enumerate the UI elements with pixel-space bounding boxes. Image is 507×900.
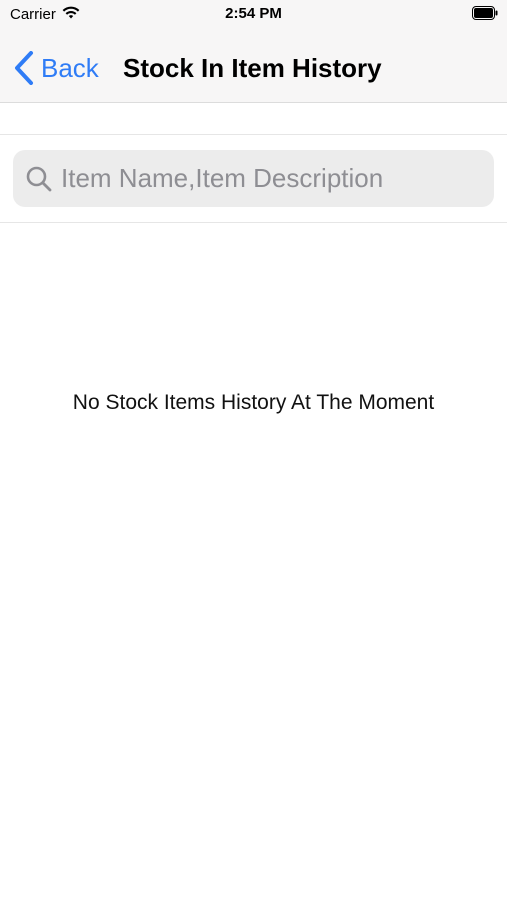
screen: Carrier 2:54 PM Back Stock In Item Histo…	[0, 0, 507, 900]
divider	[0, 134, 507, 135]
status-bar: Carrier 2:54 PM	[0, 0, 507, 30]
search-bar[interactable]	[13, 150, 494, 207]
chevron-left-icon	[14, 51, 34, 85]
divider	[0, 222, 507, 223]
search-icon	[25, 165, 53, 193]
back-button[interactable]: Back	[14, 50, 99, 86]
battery-icon	[472, 6, 498, 20]
back-label: Back	[41, 53, 99, 83]
navigation-bar: Back Stock In Item History	[0, 30, 507, 103]
empty-state-message: No Stock Items History At The Moment	[72, 391, 435, 414]
search-input[interactable]	[61, 163, 461, 194]
status-time: 2:54 PM	[225, 5, 282, 22]
page-title: Stock In Item History	[123, 53, 382, 83]
